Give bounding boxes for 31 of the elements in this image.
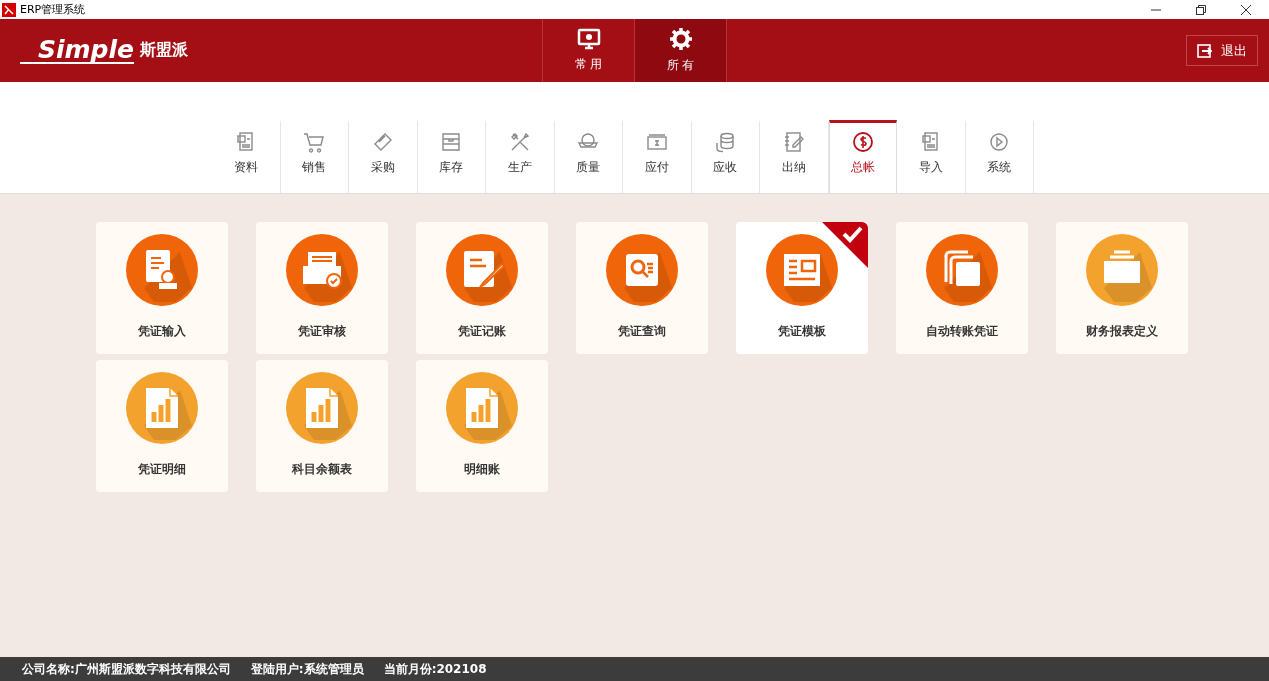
banknote-icon: [645, 131, 668, 153]
gear-icon: [668, 27, 693, 51]
function-card[interactable]: 凭证记账: [416, 222, 548, 354]
function-card[interactable]: 凭证明细: [96, 360, 228, 492]
function-card[interactable]: 凭证查询: [576, 222, 708, 354]
function-card[interactable]: 凭证模板: [736, 222, 868, 354]
function-card[interactable]: 凭证审核: [256, 222, 388, 354]
status-text: 登陆用户:系统管理员: [250, 660, 364, 678]
exit-icon: [1197, 43, 1213, 58]
logo-text: Simple: [20, 37, 135, 64]
module-tab[interactable]: 总帐: [828, 120, 897, 193]
cart-icon: [303, 131, 326, 153]
drawer-icon: [440, 131, 463, 153]
coins-icon: [714, 131, 737, 153]
notebook-icon: [782, 131, 805, 153]
header-tab[interactable]: 所 有: [635, 19, 727, 82]
function-card[interactable]: 凭证输入: [96, 222, 228, 354]
monitor-icon: [576, 28, 601, 50]
status-text: 当前月份:202108: [383, 660, 487, 678]
play-icon: [988, 131, 1011, 153]
restore-icon[interactable]: [1196, 4, 1206, 15]
exit-button[interactable]: 退出: [1186, 35, 1258, 66]
status-text: 公司名称:广州斯盟派数字科技有限公司: [22, 660, 231, 678]
function-card[interactable]: 科目余额表: [256, 360, 388, 492]
function-card[interactable]: 自动转账凭证: [896, 222, 1028, 354]
close-icon[interactable]: [1241, 4, 1251, 15]
function-card[interactable]: 明细账: [416, 360, 548, 492]
dollar-icon: [851, 131, 874, 153]
function-card[interactable]: 财务报表定义: [1056, 222, 1188, 354]
brand-name: 斯盟派: [140, 40, 189, 61]
window-title: ERP管理系统: [20, 2, 86, 17]
